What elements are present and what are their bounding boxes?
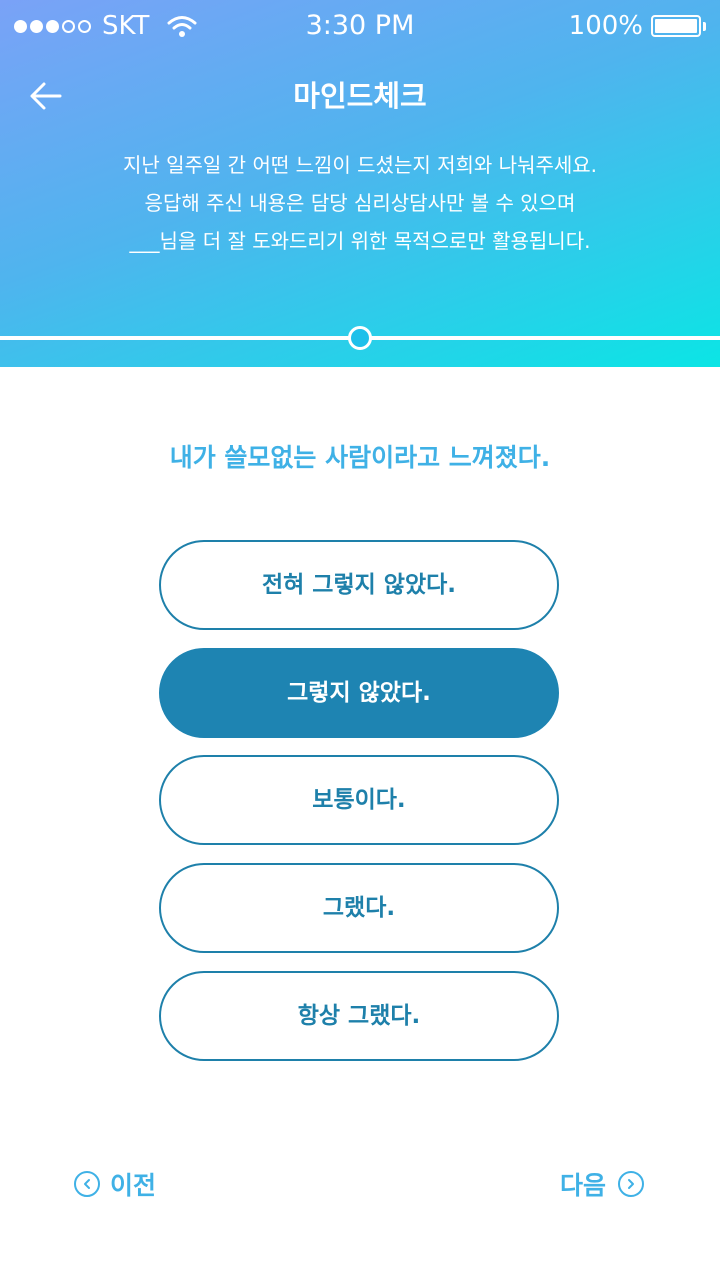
battery-percent: 100%	[568, 11, 643, 41]
battery-icon	[651, 15, 701, 37]
status-bar: SKT 3:30 PM 100%	[0, 0, 720, 52]
next-button[interactable]: 다음	[560, 1166, 644, 1202]
back-button[interactable]	[26, 76, 66, 116]
answer-option[interactable]: 항상 그랬다.	[159, 971, 559, 1061]
chevron-left-circle-icon	[74, 1171, 100, 1197]
prev-label: 이전	[110, 1171, 157, 1200]
intro-line: 지난 일주일 간 어떤 느낌이 드셨는지 저희와 나눠주세요.	[122, 153, 598, 177]
status-right: 100%	[569, 10, 706, 42]
question-text: 내가 쓸모없는 사람이라고 느껴졌다.	[169, 443, 551, 472]
header: SKT 3:30 PM 100% 마인드체크 지난 일주일 간 어떤 느낌이 드…	[0, 0, 720, 367]
prev-button[interactable]: 이전	[74, 1166, 156, 1202]
answer-option[interactable]: 보통이다.	[159, 755, 559, 845]
intro-text: 지난 일주일 간 어떤 느낌이 드셨는지 저희와 나눠주세요. 응답해 주신 내…	[40, 146, 680, 260]
arrow-left-icon	[30, 82, 62, 110]
page-title: 마인드체크	[293, 79, 427, 113]
progress-knob	[348, 326, 372, 350]
answer-option[interactable]: 전혀 그렇지 않았다.	[159, 540, 559, 630]
intro-line: 응답해 주신 내용은 담당 심리상담사만 볼 수 있으며	[144, 191, 576, 215]
intro-line: ___님을 더 잘 도와드리기 위한 목적으로만 활용됩니다.	[129, 229, 591, 253]
next-label: 다음	[559, 1171, 606, 1200]
chevron-right-circle-icon	[618, 1171, 644, 1197]
answer-option[interactable]: 그랬다.	[159, 863, 559, 953]
screen: SKT 3:30 PM 100% 마인드체크 지난 일주일 간 어떤 느낌이 드…	[0, 0, 720, 1280]
answer-option[interactable]: 그렇지 않았다.	[159, 648, 559, 738]
battery-tip	[703, 21, 706, 31]
battery-fill	[655, 19, 697, 33]
